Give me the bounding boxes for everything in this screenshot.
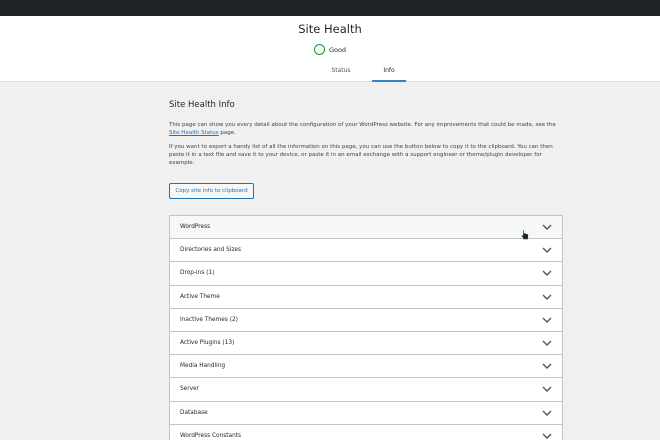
chevron-down-icon [542, 340, 552, 347]
status-label: Good [328, 45, 347, 54]
chevron-down-icon [542, 247, 552, 254]
site-health-header: Site Health Good Status Info [0, 16, 660, 82]
chevron-down-icon [542, 433, 552, 439]
accordion-item-directories[interactable]: Directories and Sizes [170, 239, 562, 263]
tab-info[interactable]: Info [372, 66, 406, 82]
chevron-down-icon [542, 386, 552, 393]
chevron-down-icon [542, 410, 552, 416]
accordion-item-media-handling[interactable]: Media Handling [170, 355, 562, 379]
site-health-status-link[interactable]: Site Health Status [169, 130, 219, 136]
status-good-circle-icon [313, 44, 325, 55]
page-title: Site Health [298, 22, 362, 36]
info-accordion: WordPress Directories and Sizes Drop-ins… [169, 215, 563, 440]
tab-bar: Status Info [0, 66, 660, 82]
accordion-label: WordPress Constants [180, 432, 242, 439]
chevron-down-icon [542, 317, 552, 323]
site-health-info-content: Site Health Info This page can show you … [169, 100, 563, 173]
accordion-item-database[interactable]: Database [170, 401, 562, 425]
chevron-down-icon [542, 224, 552, 231]
accordion-label: Active Plugins (13) [180, 340, 235, 347]
accordion-item-active-plugins[interactable]: Active Plugins (13) [170, 331, 562, 356]
intro-text: This page can show you every detail abou… [169, 122, 556, 128]
health-status: Good [0, 44, 660, 55]
accordion-item-wordpress-constants[interactable]: WordPress Constants [170, 424, 562, 440]
accordion-item-inactive-themes[interactable]: Inactive Themes (2) [170, 308, 562, 332]
section-title: Site Health Info [169, 100, 235, 110]
accordion-label: Active Theme [180, 293, 220, 300]
accordion-label: Directories and Sizes [180, 247, 241, 254]
export-paragraph: If you want to export a handy list of al… [169, 144, 553, 166]
accordion-label: Inactive Themes (2) [180, 316, 238, 323]
tab-status[interactable]: Status [328, 66, 354, 82]
accordion-item-server[interactable]: Server [170, 378, 562, 402]
accordion-label: Server [180, 386, 200, 393]
admin-bar [0, 0, 660, 16]
accordion-label: Media Handling [180, 363, 226, 370]
accordion-item-dropins[interactable]: Drop-ins (1) [170, 262, 562, 286]
hand-pointer-cursor-icon [520, 229, 529, 240]
chevron-down-icon [542, 270, 552, 277]
accordion-label: WordPress [180, 224, 211, 231]
intro-paragraph: This page can show you every detail abou… [169, 121, 563, 137]
accordion-item-active-theme[interactable]: Active Theme [170, 285, 562, 309]
accordion-label: Drop-ins (1) [180, 270, 215, 277]
accordion-item-wordpress[interactable]: WordPress [170, 216, 562, 240]
intro-suffix: page. [220, 130, 236, 136]
copy-site-info-button[interactable]: Copy site info to clipboard [169, 183, 254, 199]
chevron-down-icon [542, 294, 552, 300]
accordion-label: Database [180, 409, 208, 416]
chevron-down-icon [542, 363, 552, 370]
